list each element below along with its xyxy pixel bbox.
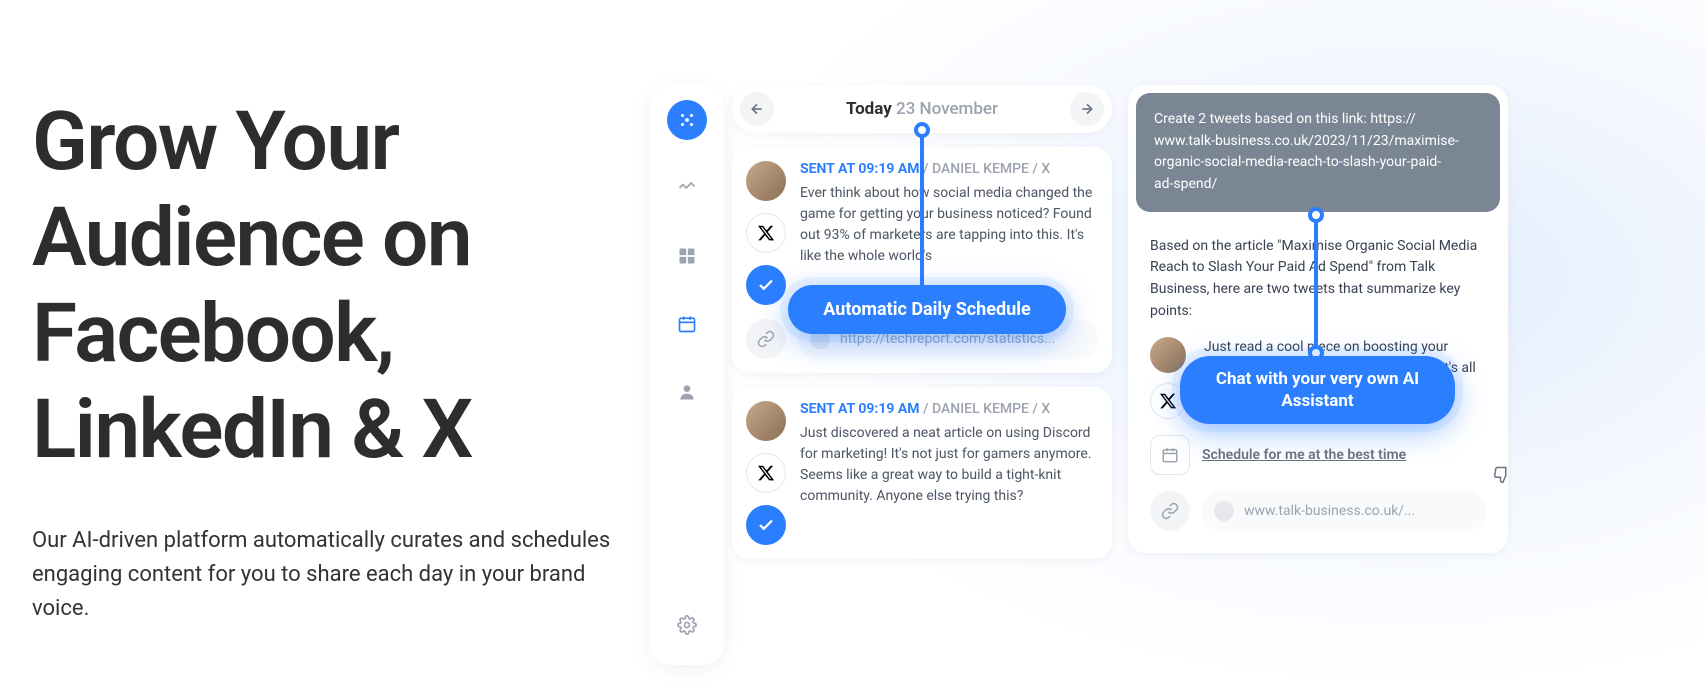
- sidebar-analytics-button[interactable]: [667, 168, 707, 208]
- link-url-text: www.talk-business.co.uk/...: [1244, 503, 1415, 519]
- post-author: DANIEL KEMPE / X: [932, 161, 1050, 177]
- chat-user-prompt: Create 2 tweets based on this link: http…: [1136, 93, 1500, 212]
- hero-subtitle: Our AI-driven platform automatically cur…: [32, 524, 632, 626]
- sidebar-settings-button[interactable]: [667, 605, 707, 645]
- link-icon: [746, 319, 786, 359]
- post-author: DANIEL KEMPE / X: [932, 401, 1050, 417]
- x-icon: [746, 453, 786, 493]
- link-icon: [1150, 491, 1190, 531]
- date-label: Today 23 November: [846, 99, 998, 119]
- x-icon: [746, 213, 786, 253]
- chat-panel: Create 2 tweets based on this link: http…: [1128, 85, 1508, 553]
- prev-day-button[interactable]: [740, 92, 774, 126]
- check-icon: [746, 505, 786, 545]
- post-text: Just discovered a neat article on using …: [800, 423, 1098, 507]
- calendar-icon: [1150, 435, 1190, 475]
- post-text: Ever think about how social media change…: [800, 183, 1098, 267]
- connector-line: [1314, 215, 1318, 360]
- schedule-best-time-link[interactable]: Schedule for me at the best time: [1202, 447, 1406, 463]
- sidebar-sparkle-button[interactable]: [667, 100, 707, 140]
- sidebar-calendar-button[interactable]: [667, 304, 707, 344]
- connector-dot: [914, 122, 930, 138]
- post-card[interactable]: SENT AT 09:19 AM / DANIEL KEMPE / X Just…: [732, 387, 1112, 559]
- connector-dot: [1308, 207, 1324, 223]
- date-value: 23 November: [896, 99, 998, 119]
- avatar: [746, 401, 786, 441]
- connector-line: [920, 130, 924, 290]
- post-sent-time: SENT AT 09:19 AM: [800, 401, 920, 417]
- avatar: [746, 161, 786, 201]
- link-url[interactable]: www.talk-business.co.uk/...: [1202, 491, 1486, 531]
- chat-assistant-pill: Chat with your very own AI Assistant: [1180, 356, 1455, 424]
- check-icon: [746, 265, 786, 305]
- favicon: [1214, 501, 1234, 521]
- date-today: Today: [846, 99, 892, 119]
- avatar: [1150, 337, 1186, 373]
- hero-title: Grow Your Audience on Facebook, LinkedIn…: [32, 95, 632, 479]
- sidebar: [649, 85, 724, 665]
- sidebar-grid-button[interactable]: [667, 236, 707, 276]
- post-sent-time: SENT AT 09:19 AM: [800, 161, 920, 177]
- sidebar-profile-button[interactable]: [667, 372, 707, 412]
- thumbs-down-button[interactable]: [1490, 463, 1514, 487]
- automatic-schedule-pill: Automatic Daily Schedule: [788, 285, 1066, 334]
- next-day-button[interactable]: [1070, 92, 1104, 126]
- chat-response-intro: Based on the article "Maximise Organic S…: [1150, 236, 1486, 323]
